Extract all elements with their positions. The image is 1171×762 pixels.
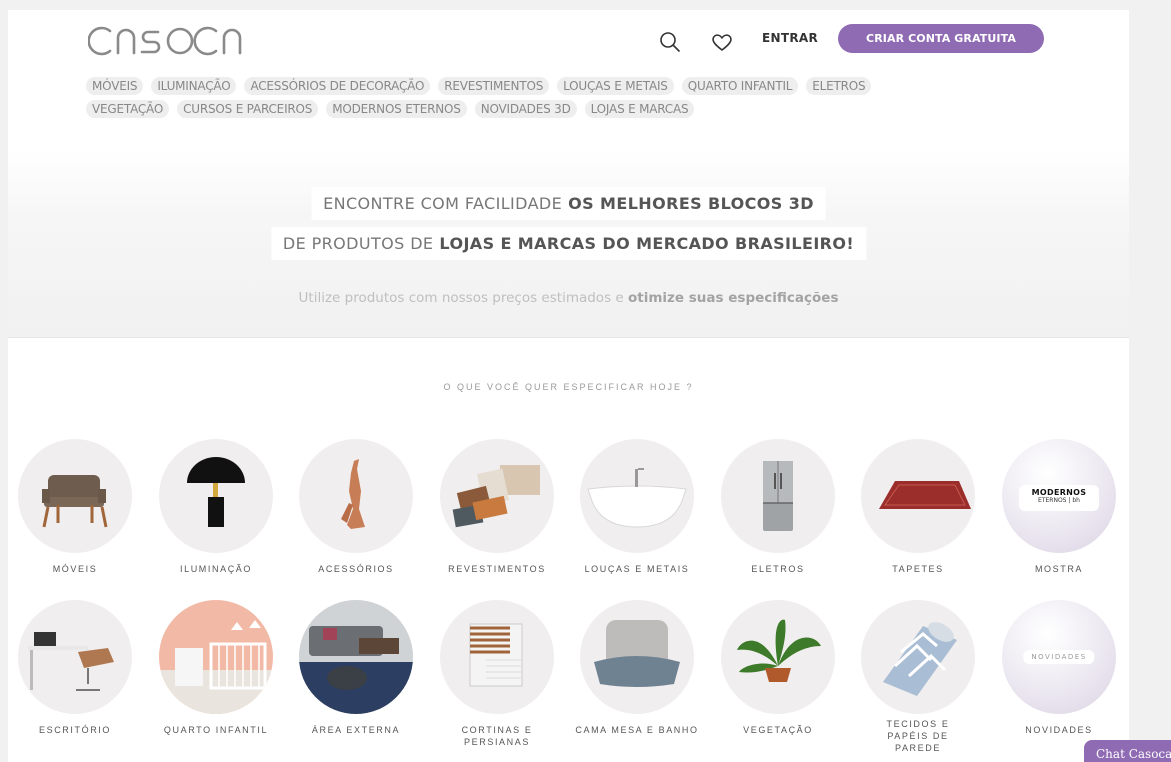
menu-item[interactable]: ILUMINAÇÃO xyxy=(151,77,237,95)
category-label: ILUMINAÇÃO xyxy=(179,564,252,574)
sculpture-icon[interactable] xyxy=(299,439,413,553)
hero-headline-bold: LOJAS E MARCAS DO MERCADO BRASILEIRO! xyxy=(439,234,855,253)
heart-icon[interactable] xyxy=(710,30,734,54)
hero-headline-light: ENCONTRE COM FACILIDADE xyxy=(323,194,563,213)
category-label: REVESTIMENTOS xyxy=(448,564,546,574)
category-card[interactable]: TAPETES xyxy=(852,439,984,575)
hero-headline-bold: OS MELHORES BLOCOS 3D xyxy=(568,194,814,213)
category-card[interactable]: MÓVEIS xyxy=(9,439,141,575)
category-card[interactable]: MODERNOS ETERNOS | bh MOSTRA xyxy=(993,439,1125,575)
hero-subtitle-bold: otimize suas especificações xyxy=(628,290,839,306)
rug-icon[interactable] xyxy=(861,439,975,553)
page: ENTRAR CRIAR CONTA GRATUITA MÓVEIS ILUMIN… xyxy=(8,10,1129,762)
blinds-icon[interactable] xyxy=(440,600,554,714)
menu-item[interactable]: CURSOS E PARCEIROS xyxy=(177,100,319,118)
hero-subtitle: Utilize produtos com nossos preços estim… xyxy=(8,290,1129,306)
category-card[interactable]: ELETROS xyxy=(712,439,844,575)
category-label: NOVIDADES xyxy=(1025,725,1093,735)
menu-item[interactable]: ACESSÓRIOS DE DECORAÇÃO xyxy=(244,77,431,95)
menu-item[interactable]: VEGETAÇÃO xyxy=(86,100,170,118)
category-menu: MÓVEIS ILUMINAÇÃO ACESSÓRIOS DE DECORAÇÃO R… xyxy=(86,77,986,123)
category-card[interactable]: CORTINAS E PERSIANAS xyxy=(431,600,563,748)
category-card[interactable]: QUARTO INFANTIL xyxy=(150,600,282,736)
category-label: TAPETES xyxy=(892,564,944,574)
novidades-badge[interactable]: NOVIDADES xyxy=(1002,600,1116,714)
bathtub-icon[interactable] xyxy=(580,439,694,553)
category-label: ÁREA EXTERNA xyxy=(311,725,401,735)
menu-item[interactable]: NOVIDADES 3D xyxy=(474,100,577,118)
menu-item[interactable]: LOJAS E MARCAS xyxy=(584,100,695,118)
category-card[interactable]: CAMA MESA E BANHO xyxy=(571,600,703,736)
hero-headline-line-2: DE PRODUTOS DE LOJAS E MARCAS DO MERCADO… xyxy=(270,227,867,260)
category-label: ESCRITÓRIO xyxy=(38,725,111,735)
category-label: VEGETAÇÃO xyxy=(743,725,813,735)
category-card[interactable]: VEGETAÇÃO xyxy=(712,600,844,736)
search-icon[interactable] xyxy=(658,30,682,54)
category-label: CORTINAS E PERSIANAS xyxy=(461,725,533,747)
menu-item[interactable]: MODERNOS ETERNOS xyxy=(326,100,467,118)
plant-icon[interactable] xyxy=(721,600,835,714)
section-title: O QUE VOCÊ QUER ESPECIFICAR HOJE ? xyxy=(443,382,694,392)
category-card[interactable]: ACESSÓRIOS xyxy=(290,439,422,575)
mostra-logo-subtext: ETERNOS | bh xyxy=(1038,497,1080,504)
category-card[interactable]: NOVIDADES NOVIDADES xyxy=(993,600,1125,736)
hero-headline-light: DE PRODUTOS DE xyxy=(282,234,434,253)
menu-item[interactable]: MÓVEIS xyxy=(86,77,144,95)
category-label: ACESSÓRIOS xyxy=(318,564,394,574)
category-label: MOSTRA xyxy=(1034,564,1084,574)
category-label: QUARTO INFANTIL xyxy=(163,725,269,735)
category-menu-row: MÓVEIS ILUMINAÇÃO ACESSÓRIOS DE DECORAÇÃO R… xyxy=(86,77,986,95)
armchair-icon[interactable] xyxy=(18,439,132,553)
menu-item[interactable]: ELETROS xyxy=(806,77,872,95)
category-card[interactable]: LOUÇAS E METAIS xyxy=(571,439,703,575)
category-label: MÓVEIS xyxy=(52,564,98,574)
refrigerator-icon[interactable] xyxy=(721,439,835,553)
category-label: TECIDOS E PAPÉIS DE PAREDE xyxy=(886,719,950,753)
wallpaper-roll-icon[interactable] xyxy=(861,600,975,714)
casoca-logo[interactable] xyxy=(88,23,248,57)
category-card[interactable]: ÁREA EXTERNA xyxy=(290,600,422,736)
chat-button[interactable]: Chat Casoca xyxy=(1084,740,1171,762)
category-card[interactable]: ESCRITÓRIO xyxy=(9,600,141,736)
login-link[interactable]: ENTRAR xyxy=(762,31,818,45)
category-label: ELETROS xyxy=(751,564,805,574)
mostra-logo-tag: MODERNOS ETERNOS | bh xyxy=(1019,485,1099,511)
outdoor-furniture-icon[interactable] xyxy=(299,600,413,714)
modernos-eternos-logo[interactable]: MODERNOS ETERNOS | bh xyxy=(1002,439,1116,553)
signup-button[interactable]: CRIAR CONTA GRATUITA xyxy=(838,24,1044,53)
hero-banner: ENCONTRE COM FACILIDADE OS MELHORES BLOC… xyxy=(8,150,1129,338)
table-lamp-icon[interactable] xyxy=(159,439,273,553)
menu-item[interactable]: LOUÇAS E METAIS xyxy=(557,77,674,95)
novidades-tag: NOVIDADES xyxy=(1023,650,1095,664)
menu-item[interactable]: QUARTO INFANTIL xyxy=(681,77,799,95)
category-card[interactable]: ILUMINAÇÃO xyxy=(150,439,282,575)
category-label: CAMA MESA E BANHO xyxy=(575,725,699,735)
office-icon[interactable] xyxy=(18,600,132,714)
bedding-icon[interactable] xyxy=(580,600,694,714)
menu-item[interactable]: REVESTIMENTOS xyxy=(438,77,550,95)
category-card[interactable]: REVESTIMENTOS xyxy=(431,439,563,575)
category-card[interactable]: TECIDOS E PAPÉIS DE PAREDE xyxy=(852,600,984,754)
hero-headline-line-1: ENCONTRE COM FACILIDADE OS MELHORES BLOC… xyxy=(311,187,826,220)
hero-subtitle-light: Utilize produtos com nossos preços estim… xyxy=(298,290,624,306)
crib-icon[interactable] xyxy=(159,600,273,714)
tile-samples-icon[interactable] xyxy=(440,439,554,553)
mostra-logo-text: MODERNOS xyxy=(1031,488,1087,497)
category-label: LOUÇAS E METAIS xyxy=(584,564,690,574)
category-menu-row: VEGETAÇÃO CURSOS E PARCEIROS MODERNOS ETER… xyxy=(86,100,986,118)
